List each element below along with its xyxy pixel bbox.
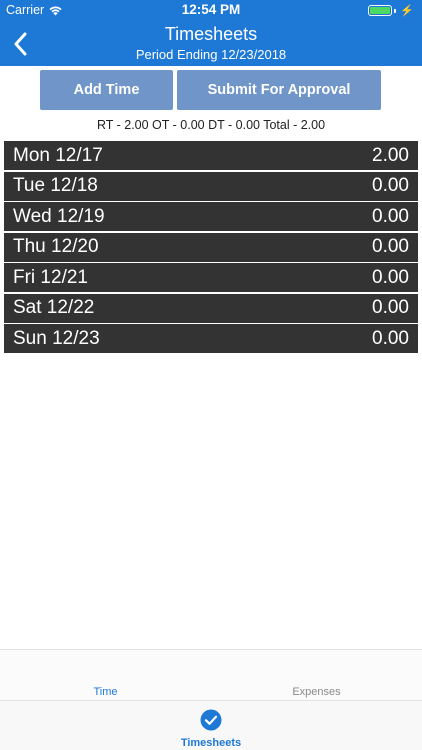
day-label: Thu 12/20 xyxy=(13,236,99,257)
day-row[interactable]: Fri 12/21 0.00 xyxy=(4,263,418,292)
day-label: Fri 12/21 xyxy=(13,266,88,288)
day-hours: 0.00 xyxy=(372,327,409,349)
day-row[interactable]: Sat 12/22 0.00 xyxy=(4,293,418,323)
tab-expenses[interactable]: Expenses xyxy=(211,686,422,698)
day-hours: 0.00 xyxy=(372,266,409,288)
submit-for-approval-button[interactable]: Submit For Approval xyxy=(177,70,381,110)
charging-bolt-icon: ⚡ xyxy=(400,5,414,17)
tabbar-label: Timesheets xyxy=(180,737,242,749)
day-hours: 0.00 xyxy=(372,175,409,196)
day-label: Wed 12/19 xyxy=(13,205,105,227)
day-hours: 0.00 xyxy=(372,297,409,318)
check-circle-icon xyxy=(200,709,222,731)
day-hours: 0.00 xyxy=(372,236,409,257)
segment-tabs: Time Expenses xyxy=(0,649,422,700)
app-header: Carrier 12:54 PM ⚡ Timesheets Period End… xyxy=(0,0,422,66)
day-label: Sat 12/22 xyxy=(13,297,95,318)
day-row[interactable]: Thu 12/20 0.00 xyxy=(4,232,418,262)
battery-icon xyxy=(368,5,393,16)
status-time: 12:54 PM xyxy=(181,2,241,17)
day-label: Tue 12/18 xyxy=(13,175,98,196)
tabbar-item-timesheets[interactable]: Timesheets xyxy=(0,709,422,749)
day-row[interactable]: Wed 12/19 0.00 xyxy=(4,202,418,231)
day-list: Mon 12/17 2.00 Tue 12/18 0.00 Wed 12/19 … xyxy=(4,141,418,355)
battery-indicator: ⚡ xyxy=(368,4,414,17)
day-row[interactable]: Mon 12/17 2.00 xyxy=(4,141,418,170)
add-time-button[interactable]: Add Time xyxy=(40,70,173,110)
action-buttons: Add Time Submit For Approval xyxy=(0,70,422,110)
period-subtitle: Period Ending 12/23/2018 xyxy=(135,47,287,62)
day-label: Mon 12/17 xyxy=(13,144,103,166)
page-title: Timesheets xyxy=(164,24,258,44)
tab-time[interactable]: Time xyxy=(0,686,211,698)
hours-summary: RT - 2.00 OT - 0.00 DT - 0.00 Total - 2.… xyxy=(96,118,326,132)
tab-bar: Timesheets xyxy=(0,700,422,750)
day-label: Sun 12/23 xyxy=(13,327,100,349)
day-hours: 2.00 xyxy=(372,144,409,166)
status-bar: Carrier 12:54 PM ⚡ xyxy=(0,0,422,20)
day-row[interactable]: Sun 12/23 0.00 xyxy=(4,324,418,353)
day-hours: 0.00 xyxy=(372,205,409,227)
day-row[interactable]: Tue 12/18 0.00 xyxy=(4,171,418,201)
